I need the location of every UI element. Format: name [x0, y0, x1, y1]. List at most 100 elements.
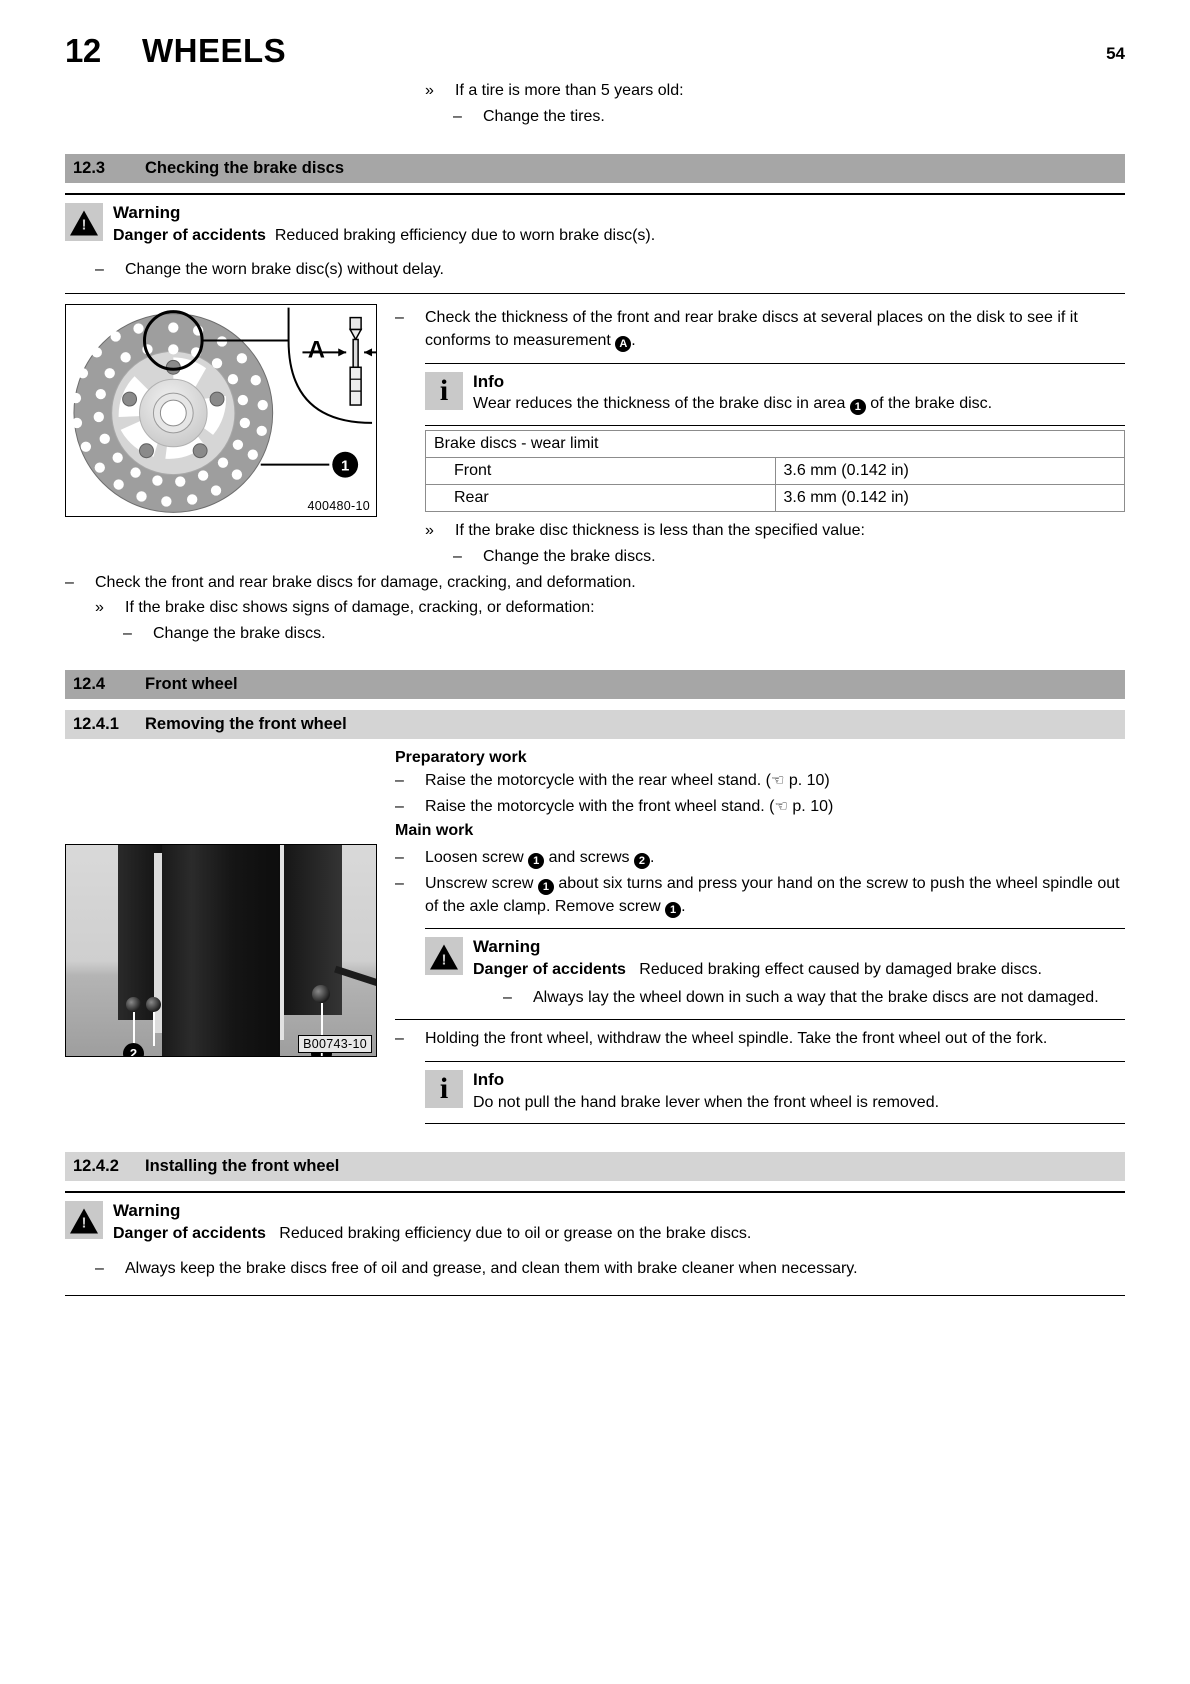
list-marker: »	[95, 599, 104, 617]
warning-block-12-4-2: ! Warning Danger of accidents Reduced br…	[65, 1193, 1125, 1244]
list-item: » If a tire is more than 5 years old:	[425, 80, 1125, 103]
list-text: Raise the motorcycle with the front whee…	[425, 796, 1125, 819]
list-text: Loosen screw 1 and screws 2.	[425, 847, 1125, 870]
figure-caption: 400480-10	[305, 499, 372, 514]
step-text: and screws	[544, 849, 634, 867]
warning-heading: Warning	[113, 1201, 181, 1221]
list-text: Check the front and rear brake discs for…	[95, 573, 636, 591]
warning-lead: Danger of accidents	[113, 226, 266, 244]
divider	[425, 1123, 1125, 1125]
info-text: Do not pull the hand brake lever when th…	[473, 1093, 940, 1111]
info-block-hand-brake: i Info Do not pull the hand brake lever …	[425, 1062, 1125, 1113]
brake-disc-section: 1 A 400480-10 – Check the thickness of t…	[65, 304, 1125, 568]
photo-column: 2 1 B00743-10	[65, 844, 395, 1058]
list-text: Change the brake discs.	[153, 625, 326, 643]
list-marker: –	[395, 771, 404, 789]
warning-triangle-icon: !	[65, 1201, 103, 1240]
prep-text: Raise the motorcycle with the rear wheel…	[425, 771, 771, 789]
step-check-thickness: – Check the thickness of the front and r…	[395, 307, 1125, 353]
brake-disc-checks: – Check the front and rear brake discs f…	[65, 572, 1125, 646]
warning-triangle-icon: !	[425, 937, 463, 976]
page-header: 12 WHEELS 54	[65, 0, 1125, 70]
brake-disc-figure: 1 A 400480-10	[65, 304, 377, 518]
svg-text:1: 1	[341, 459, 349, 475]
list-marker: –	[453, 107, 462, 125]
list-text: Unscrew screw 1 about six turns and pres…	[425, 873, 1125, 918]
list-text: Raise the motorcycle with the rear wheel…	[425, 770, 1125, 793]
figure-column: 1 A 400480-10	[65, 304, 395, 518]
front-wheel-removal-section: 2 1 B00743-10 – Loosen screw 1 and screw…	[65, 844, 1125, 1125]
callout-1: 1	[537, 879, 554, 896]
preparatory-work: Preparatory work – Raise the motorcycle …	[395, 749, 1125, 840]
list-marker: –	[395, 309, 404, 327]
warning-detail: Reduced braking effect caused by damaged…	[639, 961, 1042, 979]
info-text-before: Wear reduces the thickness of the brake …	[473, 395, 850, 413]
photo-callout-2: 2	[123, 1043, 144, 1057]
section-title: Removing the front wheel	[145, 714, 347, 733]
list-text: Change the brake discs.	[483, 548, 656, 565]
section-heading-12-4-1: 12.4.1 Removing the front wheel	[65, 709, 1125, 739]
list-marker: –	[95, 260, 104, 278]
step-text: Loosen screw	[425, 849, 529, 867]
table-title-row: Brake discs - wear limit	[425, 430, 1125, 459]
list-marker: –	[395, 849, 404, 867]
warning-text: Danger of accidents Reduced braking effe…	[473, 959, 1125, 981]
instructions-column: – Check the thickness of the front and r…	[395, 304, 1125, 568]
section-title: Installing the front wheel	[145, 1157, 340, 1176]
info-text: Wear reduces the thickness of the brake …	[473, 393, 1125, 416]
list-marker: –	[503, 988, 512, 1006]
list-text: If the brake disc shows signs of damage,…	[125, 599, 595, 617]
section-number: 12.4	[73, 674, 106, 693]
step-withdraw-spindle: – Holding the front wheel, withdraw the …	[395, 1028, 1125, 1051]
section-heading-12-4: 12.4 Front wheel	[65, 669, 1125, 699]
cross-reference-hand-icon: ☜	[770, 771, 785, 789]
warning-action: – Always lay the wheel down in such a wa…	[503, 987, 1125, 1010]
step-loosen-screws: – Loosen screw 1 and screws 2.	[395, 847, 1125, 870]
main-work-column: – Loosen screw 1 and screws 2. – Unscrew…	[395, 844, 1125, 1125]
warning-text: Danger of accidents Reduced braking effi…	[113, 225, 1125, 247]
callout-a: A	[615, 336, 632, 353]
list-marker: –	[395, 1030, 404, 1048]
front-wheel-photo: 2 1 B00743-10	[65, 844, 377, 1058]
table-row: Rear 3.6 mm (0.142 in)	[425, 484, 1125, 513]
list-item: – Raise the motorcycle with the rear whe…	[395, 770, 1125, 793]
step-unscrew-spindle: – Unscrew screw 1 about six turns and pr…	[395, 873, 1125, 918]
list-text: Holding the front wheel, withdraw the wh…	[425, 1030, 1048, 1048]
step-text: .	[681, 897, 686, 915]
prep-ref: p. 10)	[787, 797, 834, 815]
brake-disc-drawing: 1 A	[70, 307, 376, 514]
callout-1: 1	[665, 901, 682, 918]
info-heading: Info	[473, 1070, 505, 1090]
list-text: If a tire is more than 5 years old:	[455, 82, 684, 99]
prep-ref: p. 10)	[784, 771, 830, 789]
list-text: Change the tires.	[483, 107, 605, 125]
list-text: If the brake disc thickness is less than…	[455, 522, 865, 540]
wear-limit-table: Brake discs - wear limit Front 3.6 mm (0…	[425, 430, 1125, 513]
info-heading: Info	[473, 371, 505, 391]
table-cell-key: Front	[425, 457, 776, 486]
callout-2: 2	[633, 853, 650, 870]
divider	[395, 1019, 1125, 1021]
section-heading-12-4-2: 12.4.2 Installing the front wheel	[65, 1152, 1125, 1182]
list-marker: –	[395, 875, 404, 893]
photo-content: 2 1	[66, 845, 376, 1057]
step-text: .	[649, 849, 655, 867]
chapter-number: 12	[65, 32, 101, 69]
warning-action: – Change the worn brake disc(s) without …	[95, 259, 1125, 282]
section-title: Checking the brake discs	[145, 159, 344, 178]
list-marker: –	[65, 573, 74, 591]
list-marker: –	[395, 797, 404, 815]
list-item: – Raise the motorcycle with the front wh…	[395, 796, 1125, 819]
callout-1: 1	[528, 853, 545, 870]
callout-1: 1	[849, 399, 866, 416]
cross-reference-hand-icon: ☜	[774, 797, 788, 815]
step-text-end: .	[631, 332, 636, 350]
list-marker: »	[425, 522, 434, 540]
list-item: – Change the tires.	[453, 106, 1125, 129]
section-title: Front wheel	[145, 674, 238, 693]
warning-lead: Danger of accidents	[473, 961, 626, 979]
section-heading-12-3: 12.3 Checking the brake discs	[65, 154, 1125, 184]
list-marker: –	[453, 548, 462, 565]
list-marker: »	[425, 82, 434, 99]
list-marker: –	[95, 1260, 104, 1278]
